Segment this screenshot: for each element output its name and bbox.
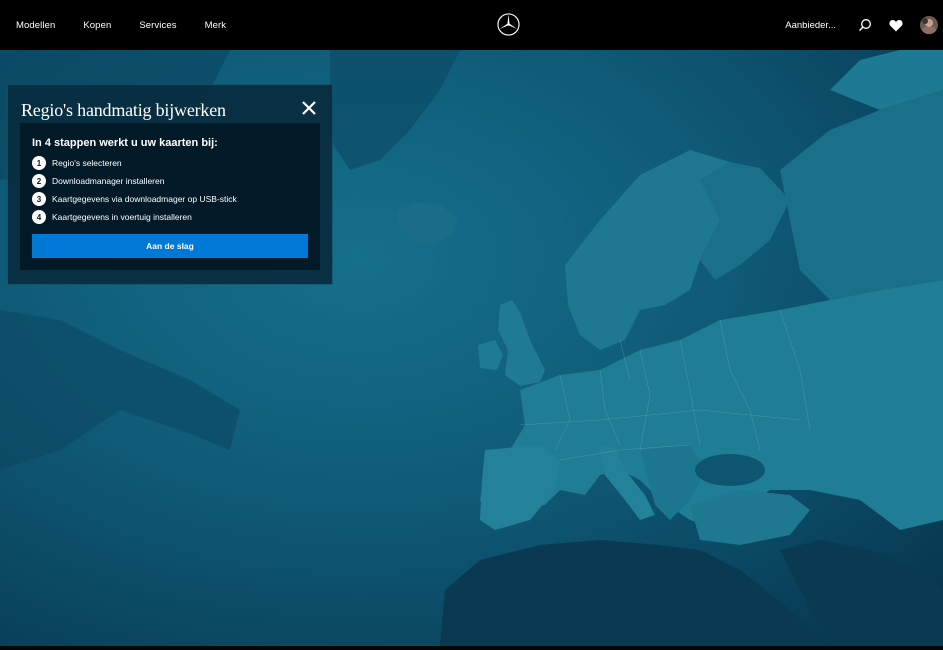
steps-panel: In 4 stappen werkt u uw kaarten bij: 1 R… [20,123,320,270]
heart-icon[interactable] [889,18,903,32]
step-number-badge: 3 [32,192,46,206]
step-number-badge: 2 [32,174,46,188]
dialog-title: Regio's handmatig bijwerken [21,100,226,120]
update-regions-dialog: Regio's handmatig bijwerken In 4 stappen… [8,85,332,284]
dealer-link[interactable]: Aanbieder... [785,20,836,31]
top-navigation: Modellen Kopen Services Merk Aanbieder..… [0,0,943,50]
nav-item-modellen[interactable]: Modellen [16,20,55,31]
nav-item-kopen[interactable]: Kopen [83,20,111,31]
step-label: Kaartgegevens via downloadmager op USB-s… [52,194,237,204]
brand-star-logo[interactable] [497,13,520,36]
get-started-button[interactable]: Aan de slag [32,234,308,258]
step-item: 2 Downloadmanager installeren [32,174,164,188]
step-number-badge: 1 [32,156,46,170]
search-icon[interactable] [858,18,872,32]
main-menu: Modellen Kopen Services Merk [16,0,254,50]
step-label: Kaartgegevens in voertuig installeren [52,212,192,222]
step-number-badge: 4 [32,210,46,224]
step-item: 3 Kaartgegevens via downloadmager op USB… [32,192,237,206]
step-label: Regio's selecteren [52,158,122,168]
nav-item-merk[interactable]: Merk [205,20,227,31]
avatar[interactable] [920,16,938,34]
step-item: 1 Regio's selecteren [32,156,122,170]
nav-actions: Aanbieder... [785,0,943,50]
bottom-edge [0,646,943,650]
step-label: Downloadmanager installeren [52,176,165,186]
steps-heading: In 4 stappen werkt u uw kaarten bij: [32,137,218,149]
close-icon[interactable] [300,99,318,117]
nav-item-services[interactable]: Services [139,20,176,31]
step-item: 4 Kaartgegevens in voertuig installeren [32,210,192,224]
